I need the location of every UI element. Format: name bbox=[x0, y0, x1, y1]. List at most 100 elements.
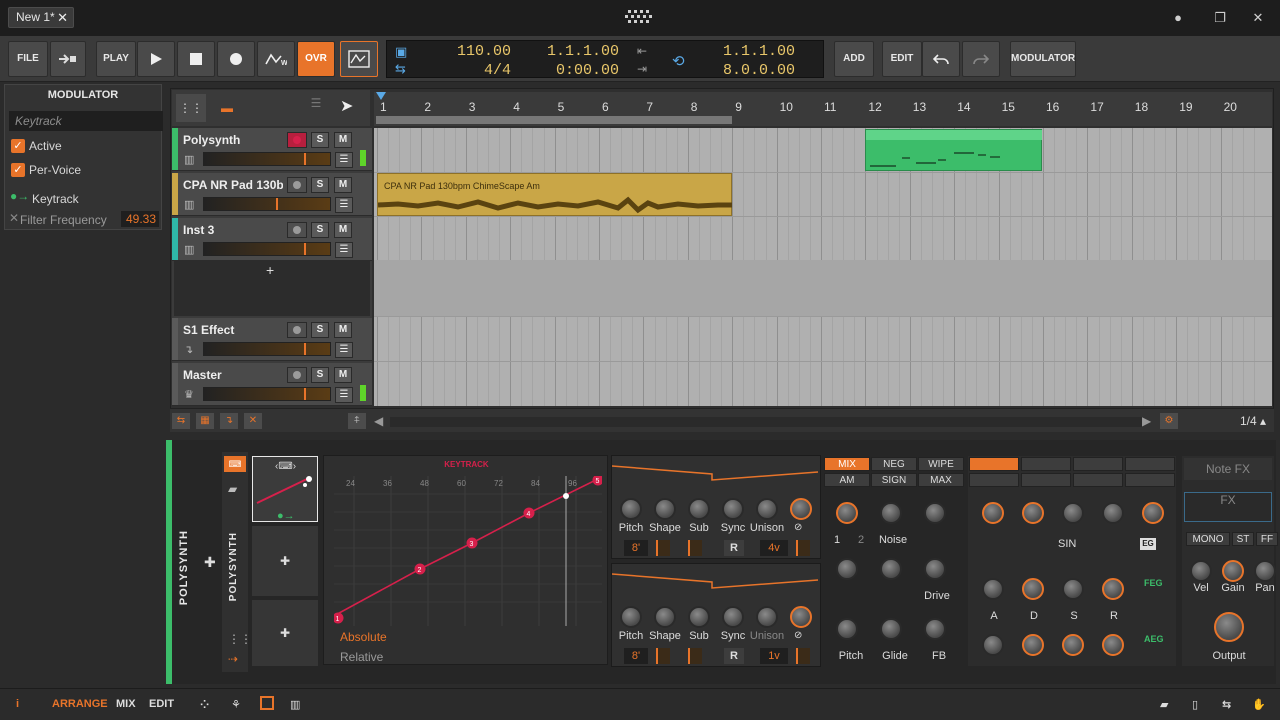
play-label-button[interactable]: PLAY bbox=[96, 41, 136, 77]
follow-icon[interactable]: ⇆ bbox=[172, 413, 190, 429]
clip-view-icon[interactable]: ▦ bbox=[196, 413, 214, 429]
undo-button[interactable] bbox=[922, 41, 960, 77]
osc-sub-knob[interactable] bbox=[688, 498, 710, 520]
record-dot-icon[interactable]: ● bbox=[1170, 10, 1186, 26]
routing-icon[interactable]: ⇢ bbox=[228, 652, 238, 666]
mute-button[interactable]: M bbox=[334, 177, 352, 193]
mode-relative[interactable]: Relative bbox=[340, 650, 383, 664]
file-button[interactable]: FILE bbox=[8, 41, 48, 77]
lfo-shape-label[interactable]: SIN bbox=[1058, 538, 1076, 550]
metronome-icon[interactable]: ▣ bbox=[395, 44, 407, 60]
close-window-icon[interactable]: ✕ bbox=[1250, 10, 1266, 26]
remove-modulation-icon[interactable]: ✕ bbox=[9, 211, 19, 225]
record-arm-button[interactable] bbox=[287, 132, 307, 148]
mute-button[interactable]: M bbox=[334, 367, 352, 383]
modulator-slot-empty[interactable]: ✚ bbox=[252, 526, 318, 596]
solo-button[interactable]: S bbox=[311, 322, 329, 338]
add-modulator-icon[interactable]: ✚ bbox=[280, 626, 290, 640]
add-device-icon[interactable]: ✚ bbox=[204, 554, 216, 571]
browser-folder-icon[interactable]: ▰ bbox=[1160, 698, 1168, 711]
filter-type-4[interactable] bbox=[1125, 457, 1175, 471]
snap-icon[interactable]: ↴ bbox=[220, 413, 238, 429]
filter-slope-3[interactable] bbox=[1073, 473, 1123, 487]
fb-knob[interactable] bbox=[924, 618, 946, 640]
arrange-tab[interactable]: ARRANGE bbox=[52, 698, 108, 710]
solo-button[interactable]: S bbox=[311, 222, 329, 238]
per-voice-checkbox[interactable]: ✓ bbox=[11, 163, 25, 177]
zoom-value[interactable]: 1/4 ▴ bbox=[1240, 414, 1266, 428]
loop-icon[interactable]: ⟲ bbox=[672, 52, 685, 70]
time-signature[interactable]: 4/4 bbox=[439, 62, 511, 79]
modulator-button[interactable]: MODULATOR bbox=[1010, 41, 1076, 77]
add-track-icon[interactable]: + bbox=[266, 262, 274, 278]
loop-region[interactable] bbox=[376, 116, 732, 124]
volume-fader[interactable] bbox=[203, 242, 331, 256]
fader-handle[interactable] bbox=[304, 243, 306, 255]
mute-button[interactable]: M bbox=[334, 132, 352, 148]
fader-handle[interactable] bbox=[304, 388, 306, 400]
out-mode-st[interactable]: ST bbox=[1232, 532, 1254, 546]
filter-knob-3[interactable] bbox=[1062, 502, 1084, 524]
play-button[interactable] bbox=[137, 41, 175, 77]
audio-clip[interactable]: CPA NR Pad 130bpm ChimeScape Am bbox=[377, 173, 732, 216]
feg-knob-1[interactable] bbox=[982, 578, 1004, 600]
solo-button[interactable]: S bbox=[311, 177, 329, 193]
fader-handle[interactable] bbox=[304, 343, 306, 355]
grid-view-icon[interactable]: ⋮⋮ bbox=[176, 94, 206, 122]
list-view-icon[interactable]: ▬ bbox=[212, 94, 242, 122]
keytrack-curve[interactable]: 24 36 48 60 72 84 96 1 2 3 4 5 bbox=[329, 474, 604, 626]
edit-button[interactable]: EDIT bbox=[882, 41, 922, 77]
record-arm-button[interactable] bbox=[287, 367, 307, 383]
fine-tune-slider[interactable] bbox=[656, 540, 670, 556]
track-header[interactable]: S1 Effect S M ☰ ↴ bbox=[172, 318, 372, 361]
note-fx-button[interactable]: Note FX bbox=[1184, 458, 1272, 480]
automation-icon[interactable]: ⚘ bbox=[231, 698, 241, 711]
detune-slider[interactable] bbox=[796, 648, 810, 664]
feg-knob-4[interactable] bbox=[1102, 578, 1124, 600]
link-icon[interactable]: ⊘ bbox=[794, 630, 802, 641]
modulation-amount[interactable]: 49.33 bbox=[121, 211, 159, 227]
track-menu-icon[interactable]: ☰ bbox=[335, 197, 353, 213]
track-menu-icon[interactable]: ☰ bbox=[335, 342, 353, 358]
mix-mode-wipe[interactable]: WIPE bbox=[918, 457, 964, 471]
osc-extra-knob[interactable] bbox=[790, 498, 812, 520]
record-arm-button[interactable] bbox=[287, 177, 307, 193]
osc2-level-knob[interactable] bbox=[880, 502, 902, 524]
aeg-knob-2[interactable] bbox=[1022, 634, 1044, 656]
mute-button[interactable]: M bbox=[334, 322, 352, 338]
keytrack-point[interactable]: 1 bbox=[332, 612, 344, 624]
octave-value[interactable]: 8' bbox=[624, 540, 648, 556]
automation-write-button[interactable]: W bbox=[257, 41, 295, 77]
close-tab-icon[interactable]: ✕ bbox=[57, 8, 68, 27]
vel-knob[interactable] bbox=[1190, 560, 1212, 582]
filter-knob-4[interactable] bbox=[1102, 502, 1124, 524]
mute-button[interactable]: M bbox=[334, 222, 352, 238]
filter-slope-4[interactable] bbox=[1125, 473, 1175, 487]
mix-mode-sign[interactable]: SIGN bbox=[871, 473, 917, 487]
feg-knob-3[interactable] bbox=[1062, 578, 1084, 600]
file-icon[interactable]: ▯ bbox=[1192, 698, 1198, 711]
active-checkbox[interactable]: ✓ bbox=[11, 139, 25, 153]
keytrack-point[interactable]: 3 bbox=[466, 537, 478, 549]
track-menu-icon[interactable]: ☰ bbox=[335, 152, 353, 168]
mix-shape-knob[interactable] bbox=[880, 558, 902, 580]
horizontal-scrollbar[interactable] bbox=[390, 417, 1142, 427]
gain-knob[interactable] bbox=[1222, 560, 1244, 582]
osc-unison-knob[interactable] bbox=[756, 498, 778, 520]
solo-button[interactable]: S bbox=[311, 367, 329, 383]
metronome-small-icon[interactable]: ⍏ bbox=[348, 413, 366, 429]
mixer-view-icon[interactable]: ▥ bbox=[290, 698, 300, 711]
grid-settings-icon[interactable]: ⚙ bbox=[1160, 413, 1178, 429]
link-icon[interactable]: ⊘ bbox=[794, 522, 802, 533]
track-header[interactable]: Polysynth S M ☰ ▥ bbox=[172, 128, 372, 171]
pointer-tool-icon[interactable]: ➤ bbox=[340, 96, 353, 116]
voice-count[interactable]: 4v bbox=[760, 540, 788, 556]
mix-mode-mix[interactable]: MIX bbox=[824, 457, 870, 471]
modulation-source-icon[interactable]: ●→ bbox=[10, 189, 29, 203]
info-icon[interactable]: i bbox=[16, 698, 19, 710]
voice-count[interactable]: 1v bbox=[760, 648, 788, 664]
osc-sync-knob[interactable] bbox=[722, 606, 744, 628]
stop-button[interactable] bbox=[177, 41, 215, 77]
fine-tune-slider[interactable] bbox=[656, 648, 670, 664]
volume-fader[interactable] bbox=[203, 197, 331, 211]
